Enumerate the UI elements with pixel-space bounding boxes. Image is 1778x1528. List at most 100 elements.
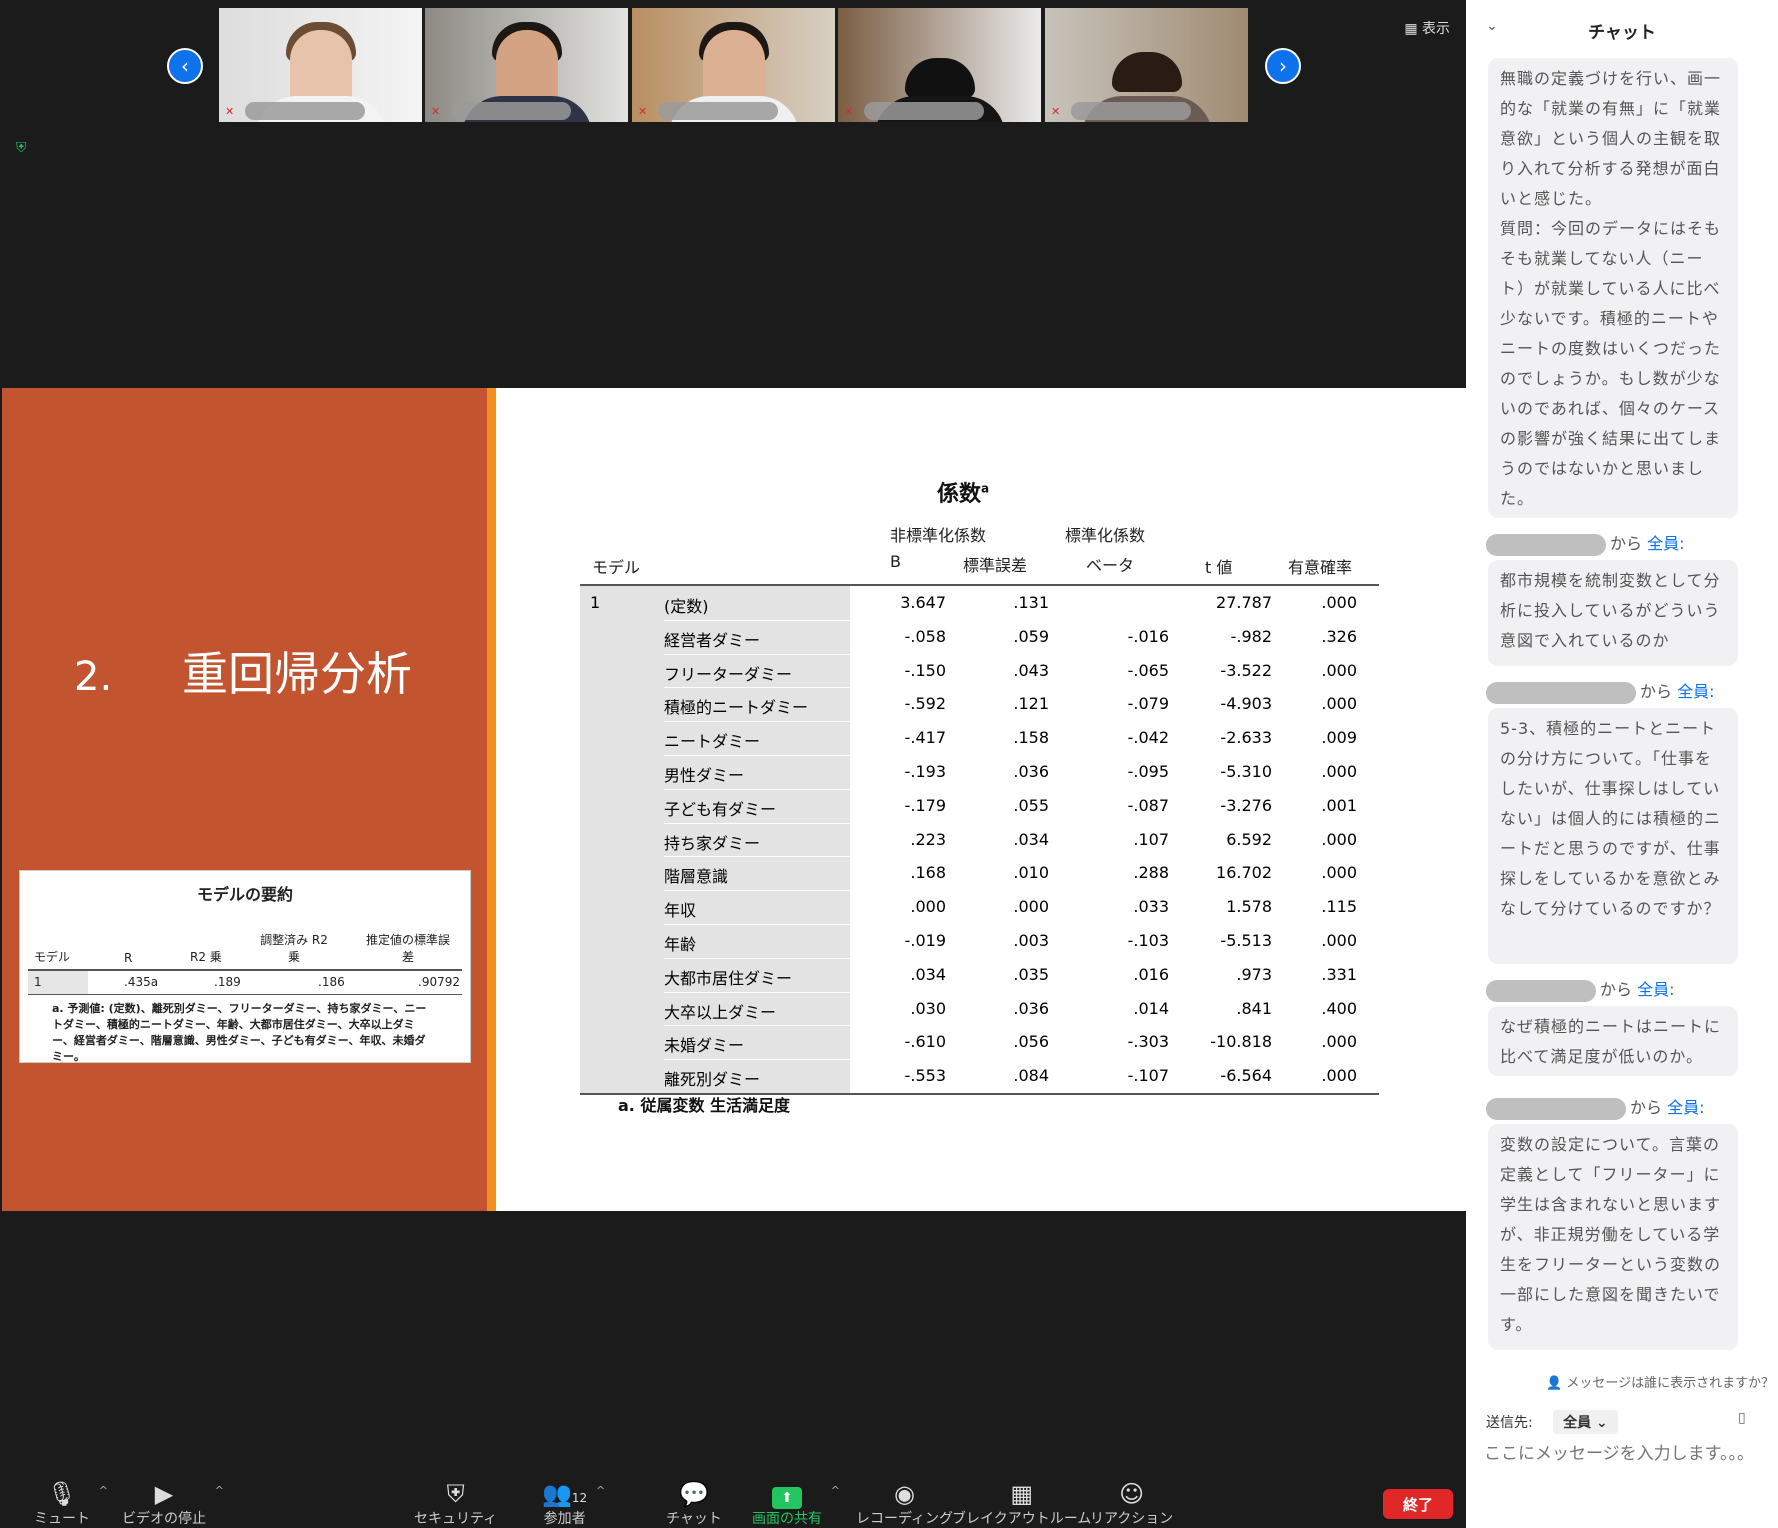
slide-left-panel: 2. 重回帰分析 モデルの要約 モデル R R2 乗 調整済み R2 乗 推定値の… (2, 388, 495, 1211)
coef-cell-name: ニートダミー (664, 732, 761, 752)
next-page-arrow-icon[interactable]: › (1265, 48, 1301, 84)
share-screen-button[interactable]: ⬆ 画面の共有 ^ (752, 1480, 840, 1528)
coef-table-header: 非標準化係数 標準化係数 モデル B 標準誤差 ベータ t 値 有意確率 (592, 526, 1353, 577)
coef-column-divider (1286, 957, 1287, 992)
participant-video-tile[interactable]: ✕ (632, 8, 835, 122)
chat-sender: から 全員: (1486, 530, 1685, 556)
coef-cell-se: .036 (1013, 998, 1049, 1018)
chat-message: 都市規模を統制変数として分析に投入しているがどういう意図で入れているのか (1488, 560, 1738, 666)
reactions-button[interactable]: ☺ リアクション (1090, 1480, 1173, 1528)
coef-cell-t: -.982 (1230, 626, 1272, 646)
coef-column-divider (1286, 754, 1287, 789)
person-icon: 👤 (1546, 1376, 1567, 1391)
coef-table-row: ニートダミー -.417 .158 -.042 -2.633 .009 (580, 721, 1379, 755)
coef-row-divider (664, 991, 1379, 993)
coef-cell-b: -.019 (904, 930, 946, 950)
coef-column-divider (850, 754, 851, 789)
breakout-rooms-button[interactable]: ▦ ブレイクアウトルーム (952, 1480, 1091, 1528)
view-button[interactable]: ▦ 表示 (1404, 18, 1450, 38)
chevron-up-icon[interactable]: ^ (99, 1484, 108, 1497)
coef-column-divider (1063, 653, 1064, 688)
coef-cell-t: 16.702 (1216, 863, 1272, 883)
chevron-up-icon[interactable]: ^ (596, 1484, 605, 1497)
coef-table-row: 年収 .000 .000 .033 1.578 .115 (580, 890, 1379, 924)
coef-column-divider (1063, 788, 1064, 823)
coef-column-divider (1183, 653, 1184, 688)
mic-muted-icon: ✕ (844, 105, 854, 118)
recipient-select[interactable]: 全員 ⌄ (1553, 1410, 1618, 1434)
participant-video-tile[interactable]: ✕ (425, 8, 628, 122)
coef-cell-se: .121 (1013, 694, 1049, 714)
coef-cell-beta: -.042 (1127, 728, 1169, 748)
security-button[interactable]: ⛨ セキュリティ (414, 1480, 497, 1528)
coef-column-divider (1183, 822, 1184, 857)
participants-button[interactable]: 👥12 参加者 ^ (542, 1480, 605, 1528)
coef-cell-beta: .288 (1133, 863, 1169, 883)
coef-cell-p: .000 (1321, 1032, 1357, 1052)
coef-column-divider (1183, 586, 1184, 620)
participant-video-tile[interactable]: ✕ (1045, 8, 1248, 122)
record-button[interactable]: ◉ レコーディング (856, 1480, 953, 1528)
mute-button[interactable]: 🎙 ミュート ^ (34, 1480, 108, 1528)
coef-footnote: a. 従属変数 生活満足度 (618, 1096, 791, 1115)
coef-column-divider (1286, 619, 1287, 654)
end-meeting-button[interactable]: 終了 (1383, 1489, 1453, 1519)
coef-cell-b: .223 (910, 829, 946, 849)
participant-name-blurred (658, 102, 778, 120)
grid-icon: ▦ (1010, 1480, 1033, 1508)
coef-table-row: 男性ダミー -.193 .036 -.095 -5.310 .000 (580, 754, 1379, 789)
coef-cell-se: .059 (1013, 626, 1049, 646)
coef-row-divider (664, 890, 1379, 892)
chevron-up-icon[interactable]: ^ (215, 1484, 224, 1497)
grid-icon: ▦ (1404, 21, 1422, 37)
coef-row-divider (664, 957, 1379, 959)
coef-cell-se: .043 (1013, 660, 1049, 680)
coef-column-divider (1286, 856, 1287, 891)
coef-table: 1 (定数) 3.647 .131 27.787 .000 経営者ダミー -.058 .059 -… (580, 584, 1379, 1095)
coef-table-title: 係数a (937, 481, 990, 507)
coef-cell-p: .001 (1321, 795, 1357, 815)
coef-cell-name: (定数) (664, 597, 709, 616)
chat-message-input[interactable] (1484, 1436, 1764, 1472)
coef-cell-name: 持ち家ダミー (664, 833, 761, 853)
coef-cell-p: .115 (1321, 897, 1357, 917)
meeting-toolbar: 🎙 ミュート ^ ▶ ビデオの停止 ^ ⛨ セキュリティ 👥12 参加者 ^ 💬 チャット ⬆ 画… (0, 1460, 1466, 1528)
prev-page-arrow-icon[interactable]: ‹ (167, 48, 203, 84)
chevron-up-icon[interactable]: ^ (831, 1484, 840, 1497)
coef-cell-t: -5.310 (1220, 761, 1272, 781)
who-can-see-link[interactable]: 👤 メッセージは誰に表示されますか？ (1546, 1372, 1774, 1391)
participant-video-tile[interactable]: ✕ (838, 8, 1041, 122)
sender-name-blurred (1486, 1097, 1626, 1120)
coef-cell-b: -.193 (904, 761, 946, 781)
coef-column-divider (960, 1059, 961, 1093)
recipient-row: 送信先: 全員 ⌄ ▯ (1486, 1410, 1746, 1434)
share-screen-icon: ⬆ (772, 1487, 802, 1509)
coef-cell-t: -2.633 (1220, 728, 1272, 748)
coef-cell-name: 年齢 (664, 934, 697, 954)
coef-cell-name: 階層意識 (664, 867, 729, 887)
coef-column-divider (1063, 856, 1064, 891)
coef-column-divider (1183, 721, 1184, 755)
coef-table-row: 大都市居住ダミー .034 .035 .016 .973 .331 (580, 957, 1379, 992)
coef-cell-beta: .016 (1133, 964, 1169, 984)
coef-column-divider (1286, 687, 1287, 722)
coef-row-divider (664, 1025, 1379, 1027)
coef-column-divider (1183, 1025, 1184, 1060)
encryption-shield-icon[interactable]: ⛨ (16, 140, 32, 158)
file-icon[interactable]: ▯ (1738, 1410, 1746, 1426)
coef-cell-b: .034 (910, 964, 946, 984)
coef-column-divider (1063, 721, 1064, 755)
coef-column-divider (1063, 754, 1064, 789)
stop-video-button[interactable]: ▶ ビデオの停止 ^ (122, 1480, 224, 1528)
coef-cell-se: .036 (1013, 761, 1049, 781)
coef-cell-beta: -.079 (1127, 694, 1169, 714)
coef-column-divider (1063, 1025, 1064, 1060)
participant-video-tile[interactable]: ✕ (219, 8, 422, 122)
participant-name-blurred (1071, 102, 1191, 120)
chat-button[interactable]: 💬 チャット (666, 1480, 722, 1528)
coef-cell-beta: -.087 (1127, 795, 1169, 815)
slide-accent-stripe (487, 388, 496, 1211)
coef-cell-se: .056 (1013, 1032, 1049, 1052)
coef-column-divider (1286, 991, 1287, 1026)
coef-column-divider (1063, 1059, 1064, 1093)
